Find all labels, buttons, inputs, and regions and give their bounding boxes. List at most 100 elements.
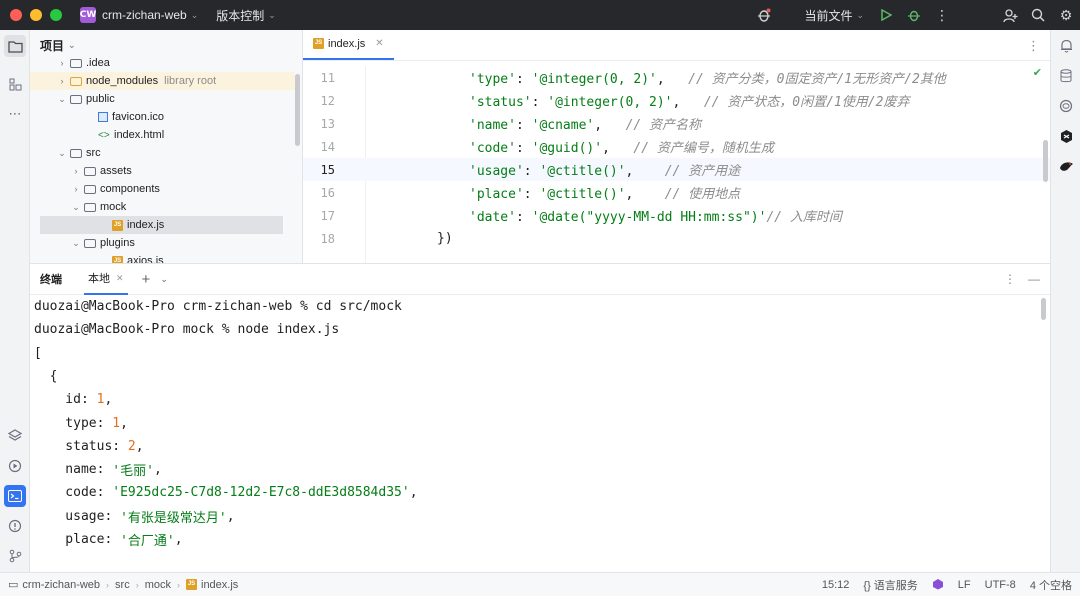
- chevron-down-icon[interactable]: ⌄: [160, 274, 168, 285]
- breadcrumb-label: src: [115, 578, 130, 591]
- language-services[interactable]: {} 语言服务: [863, 577, 917, 593]
- field-value: '合厂通': [120, 534, 175, 549]
- line-number: 12: [320, 93, 335, 108]
- tree-item[interactable]: <> index.html: [30, 126, 295, 144]
- code-punct: ,: [656, 72, 689, 87]
- indent-setting[interactable]: 4 个空格: [1030, 577, 1072, 593]
- terminal-options-icon[interactable]: ⋮: [1004, 272, 1016, 286]
- breadcrumb-item[interactable]: JS index.js: [186, 579, 238, 591]
- terminal-scrollbar[interactable]: [1041, 298, 1046, 320]
- tree-item[interactable]: favicon.ico: [30, 108, 295, 126]
- line-number: 17: [320, 208, 335, 223]
- folder-icon: [84, 238, 96, 248]
- git-branch-icon[interactable]: [4, 545, 26, 567]
- chevron-icon[interactable]: ›: [70, 184, 82, 194]
- ai-assistant-icon[interactable]: [1055, 95, 1077, 117]
- debug-bug-icon[interactable]: [750, 0, 778, 30]
- terminal-tab-local[interactable]: 本地 ✕: [84, 264, 128, 295]
- editor-scrollbar[interactable]: [1043, 140, 1048, 182]
- tree-item[interactable]: ⌄ plugins: [30, 234, 295, 252]
- minimize-panel-icon[interactable]: —: [1028, 272, 1040, 286]
- code-key: 'type': [469, 72, 516, 87]
- tree-item[interactable]: ⌄ public: [30, 90, 295, 108]
- terminal-icon[interactable]: [4, 485, 26, 507]
- zoom-window-button[interactable]: [50, 9, 62, 21]
- run-config-selector[interactable]: 当前文件 ⌄: [804, 7, 864, 24]
- code-text: 'code': '@guid()', // 资产编号，随机生成: [469, 137, 774, 156]
- file-encoding[interactable]: UTF-8: [985, 579, 1016, 591]
- terminal-line: duozai@MacBook-Pro mock % node index.js: [34, 322, 340, 338]
- search-icon[interactable]: [1024, 0, 1052, 30]
- breadcrumb: ▭ crm-zichan-web › src › mock › JS index.js: [8, 578, 238, 592]
- cursor-position[interactable]: 15:12: [822, 579, 850, 591]
- project-folder-icon[interactable]: [4, 35, 26, 57]
- code-text: }): [437, 231, 453, 246]
- tree-item[interactable]: › components: [30, 180, 295, 198]
- chevron-icon[interactable]: ⌄: [56, 94, 68, 105]
- close-tab-icon[interactable]: ✕: [375, 38, 383, 49]
- tab-index-js[interactable]: JS index.js ✕: [303, 30, 394, 60]
- chevron-down-icon: ⌄: [856, 9, 864, 20]
- tree-item[interactable]: ⌄ mock: [30, 198, 295, 216]
- code-text: 'type': '@integer(0, 2)', // 资产分类，0固定资产/…: [469, 68, 946, 87]
- add-user-icon[interactable]: [996, 0, 1024, 30]
- field-value: 2: [127, 438, 136, 454]
- field-comma: ,: [409, 485, 418, 501]
- minimize-window-button[interactable]: [30, 9, 42, 21]
- status-right: 15:12 {} 语言服务 LF UTF-8 4 个空格: [822, 573, 1072, 596]
- field-comma: ,: [135, 438, 144, 454]
- project-scrollbar[interactable]: [295, 74, 300, 146]
- code-comment: // 使用地点: [664, 187, 741, 202]
- layers-icon[interactable]: [4, 425, 26, 447]
- chevron-icon[interactable]: ⌄: [70, 202, 82, 213]
- tree-item[interactable]: › assets: [30, 162, 295, 180]
- structure-icon[interactable]: [4, 73, 26, 95]
- project-selector[interactable]: crm-zichan-web ⌄: [102, 8, 198, 22]
- tree-item[interactable]: JS axios.js: [30, 252, 295, 263]
- plugin-logo-icon[interactable]: [1055, 125, 1077, 147]
- bird-plugin-icon[interactable]: [1055, 155, 1077, 177]
- title-bar: CW crm-zichan-web ⌄ 版本控制 ⌄ 当前文件 ⌄ ⋮ ⚙: [0, 0, 1080, 30]
- tree-item[interactable]: JS index.js: [40, 216, 283, 234]
- folder-icon: [84, 184, 96, 194]
- problems-icon[interactable]: [4, 515, 26, 537]
- run-icon[interactable]: [872, 0, 900, 30]
- close-window-button[interactable]: [10, 9, 22, 21]
- breadcrumb-label: crm-zichan-web: [22, 578, 101, 591]
- notifications-bell-icon[interactable]: [1055, 35, 1077, 57]
- field-comma: ,: [120, 415, 128, 431]
- code-sep: :: [531, 95, 548, 110]
- more-actions-icon[interactable]: ⋮: [928, 0, 956, 30]
- terminal-field-line: type: 1,: [34, 412, 128, 435]
- tree-item[interactable]: ⌄ src: [30, 144, 295, 162]
- breadcrumb-label: index.js: [201, 578, 239, 591]
- settings-gear-icon[interactable]: ⚙: [1052, 0, 1080, 30]
- chevron-icon[interactable]: ⌄: [70, 238, 82, 249]
- code-value: '@ctitle()': [539, 187, 626, 202]
- project-badge[interactable]: CW: [80, 7, 96, 23]
- close-tab-icon[interactable]: ✕: [116, 273, 124, 284]
- debug-icon[interactable]: [900, 0, 928, 30]
- chevron-icon[interactable]: ›: [56, 76, 68, 86]
- tree-item[interactable]: › .idea: [30, 54, 295, 72]
- field-value: 1: [96, 392, 105, 408]
- new-terminal-plus-icon[interactable]: +: [142, 271, 151, 288]
- breadcrumb-item[interactable]: mock: [145, 579, 171, 591]
- chevron-down-icon: ⌄: [68, 39, 76, 50]
- vcs-menu[interactable]: 版本控制 ⌄: [216, 7, 276, 24]
- tree-item[interactable]: › node_modules library root: [30, 72, 295, 90]
- breadcrumb-item[interactable]: ▭ crm-zichan-web: [8, 578, 101, 592]
- plugin-status-icon[interactable]: [932, 578, 944, 593]
- chevron-icon[interactable]: ⌄: [56, 148, 68, 159]
- tab-options-icon[interactable]: ⋮: [1027, 38, 1040, 54]
- services-play-icon[interactable]: [4, 455, 26, 477]
- database-icon[interactable]: [1055, 65, 1077, 87]
- code-area[interactable]: 11 'type': '@integer(0, 2)', // 资产分类，0固定资…: [303, 66, 1050, 263]
- breadcrumb-item[interactable]: src: [115, 579, 130, 591]
- tree-item-annotation: library root: [164, 75, 217, 87]
- line-separator[interactable]: LF: [958, 579, 971, 591]
- field-comma: ,: [174, 532, 183, 547]
- more-tools-icon[interactable]: ⋯: [4, 103, 26, 125]
- chevron-icon[interactable]: ›: [56, 58, 68, 68]
- chevron-icon[interactable]: ›: [70, 166, 82, 176]
